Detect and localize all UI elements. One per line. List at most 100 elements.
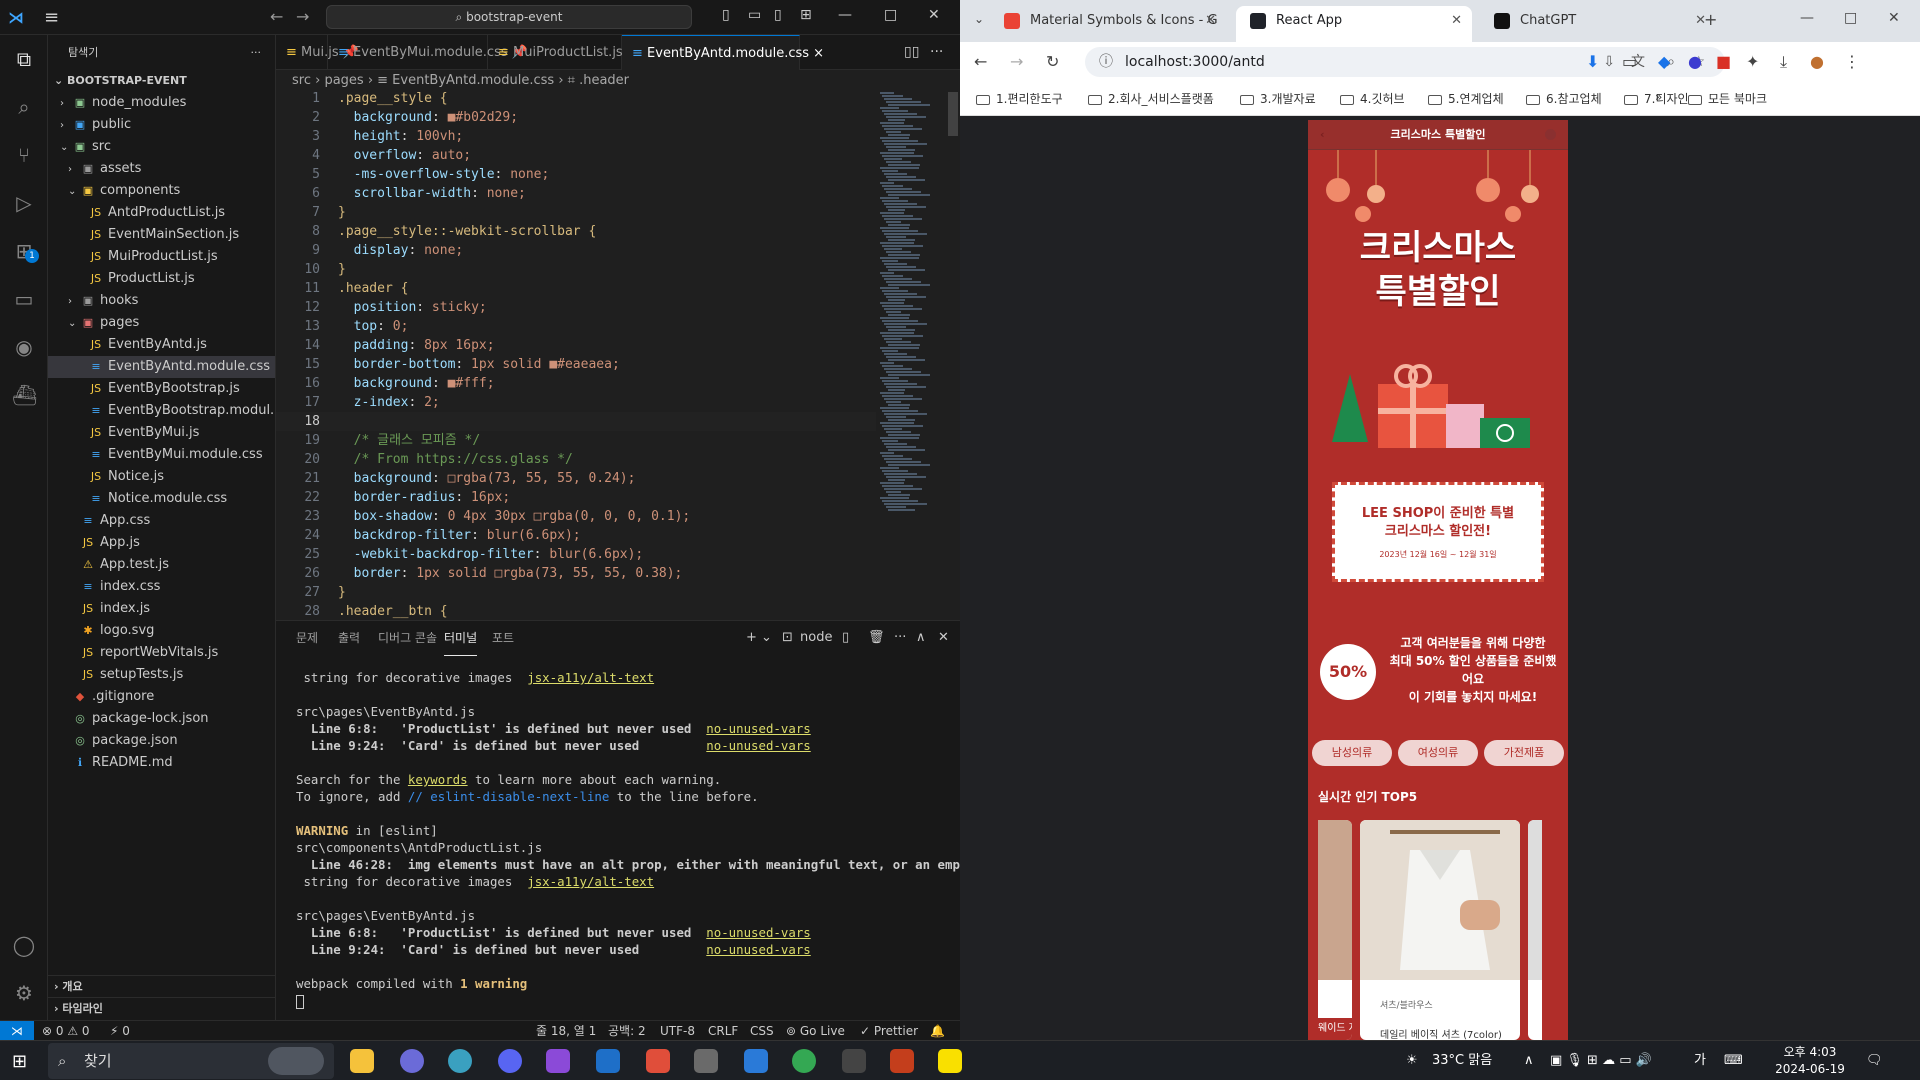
terminal-output[interactable]: string for decorative images jsx-a11y/al… — [296, 669, 975, 1009]
start-icon[interactable]: ⊞ — [12, 1051, 32, 1072]
bookmark-folder[interactable]: 5.연계업체 — [1428, 90, 1504, 107]
purple-app-icon[interactable] — [546, 1049, 570, 1073]
code-line[interactable]: 26 border: 1px solid □rgba(73, 55, 55, 0… — [276, 564, 876, 583]
bookmark-folder[interactable]: 6.참고업체 — [1526, 90, 1602, 107]
profile-avatar[interactable]: ● — [1810, 52, 1824, 71]
maximize-panel-icon[interactable]: ∧ — [916, 630, 926, 645]
docker-icon[interactable]: ⛴ — [12, 383, 37, 407]
terminal-link[interactable]: keywords — [408, 772, 468, 787]
extension-red-icon[interactable]: ■ — [1716, 52, 1731, 71]
tree-item[interactable]: JS ProductList.js — [48, 268, 275, 290]
tree-item[interactable]: ⚠ App.test.js — [48, 554, 275, 576]
workspace-root[interactable]: ⌄ BOOTSTRAP-EVENT — [48, 70, 275, 92]
category-button[interactable]: 여성의류 — [1398, 740, 1478, 766]
terminal-name[interactable]: node — [800, 630, 832, 645]
new-terminal-icon[interactable]: + ⌄ — [746, 630, 772, 645]
code-line[interactable]: 3 height: 100vh; — [276, 127, 876, 146]
run-debug-icon[interactable]: ▷ — [12, 191, 36, 215]
code-line[interactable]: 16 background: ■#fff; — [276, 374, 876, 393]
forward-arrow-icon[interactable]: → — [296, 7, 309, 26]
tray-icons[interactable]: ▣ 🎙 ⊞ ☁ ▭ 🔊 — [1550, 1041, 1652, 1080]
notification-icon[interactable]: 🗨 — [1866, 1041, 1883, 1080]
colorful-app-icon[interactable] — [448, 1049, 472, 1073]
copilot-icon[interactable]: ◉ — [12, 335, 36, 359]
more-actions-icon[interactable]: ··· — [251, 35, 262, 70]
code-editor[interactable]: 28 .header__btn {27} 26 border: 1px solid … — [276, 92, 960, 620]
vscode-app-icon[interactable] — [596, 1049, 620, 1073]
editor-tab[interactable]: ≡ MuiProductList.js — [488, 35, 623, 70]
weather-icon[interactable]: ☀ — [1406, 1041, 1418, 1080]
tree-item[interactable]: › ▣ assets — [48, 158, 275, 180]
terminal-link[interactable]: no-unused-vars — [706, 738, 810, 753]
install-icon[interactable]: ⇩ — [1603, 47, 1615, 77]
ports-status[interactable]: ⚡ 0 — [110, 1021, 130, 1041]
product-card[interactable]: 셔츠/블라우스 데일리 베이직 셔츠 (7color) — [1360, 820, 1520, 1040]
minimize-icon[interactable]: — — [838, 7, 852, 23]
code-line[interactable]: 25 -webkit-backdrop-filter: blur(6.6px); — [276, 545, 876, 564]
terminal-link[interactable]: no-unused-vars — [706, 925, 810, 940]
code-line[interactable]: 15 border-bottom: 1px solid ■#eaeaea; — [276, 355, 876, 374]
tree-item[interactable]: ≡ EventByMui.module.css — [48, 444, 275, 466]
close-tab-icon[interactable]: ✕ — [1451, 6, 1462, 36]
product-card-prev[interactable]: 웨이드 자 — [1318, 820, 1352, 1040]
tree-item[interactable]: JS MuiProductList.js — [48, 246, 275, 268]
editor-tab[interactable]: ≡ EventByAntd.module.css × — [622, 35, 824, 70]
tree-item[interactable]: ⌄ ▣ src — [48, 136, 275, 158]
tree-item[interactable]: ⌄ ▣ pages — [48, 312, 275, 334]
code-line[interactable]: 13 top: 0; — [276, 317, 876, 336]
chrome-maximize-icon[interactable]: □ — [1844, 10, 1857, 26]
header-info-icon[interactable] — [1545, 129, 1556, 140]
remote-indicator-icon[interactable]: ⋊ — [0, 1021, 34, 1041]
menu-icon[interactable]: ≡ — [44, 7, 64, 28]
notifications-bell-icon[interactable]: 🔔 — [930, 1021, 945, 1041]
bookmark-folder[interactable]: 2.회사_서비스플랫폼 — [1088, 90, 1214, 107]
panel-tab[interactable]: 터미널 — [444, 621, 478, 656]
ime-indicator[interactable]: 가 — [1694, 1041, 1706, 1080]
layout-icon[interactable]: ⊞ — [800, 7, 812, 23]
code-line[interactable]: 18 — [276, 412, 876, 431]
editor-tab[interactable]: ≡ Mui.js 📌 — [276, 35, 359, 70]
code-line[interactable]: 24 backdrop-filter: blur(6.6px); — [276, 526, 876, 545]
split-terminal-icon[interactable]: ▯ — [842, 630, 849, 645]
code-line[interactable]: 27} — [276, 583, 876, 602]
remote-explorer-icon[interactable]: ▭ — [12, 287, 36, 311]
tree-item[interactable]: JS reportWebVitals.js — [48, 642, 275, 664]
terminal-link[interactable]: no-unused-vars — [706, 942, 810, 957]
eol-status[interactable]: CRLF — [708, 1021, 738, 1041]
bookmark-folder[interactable]: 1.편리한도구 — [976, 90, 1063, 107]
tray-overflow-icon[interactable]: ∧ — [1524, 1041, 1534, 1080]
tree-item[interactable]: JS EventByMui.js — [48, 422, 275, 444]
language-mode[interactable]: CSS — [750, 1021, 774, 1041]
clock[interactable]: 오후 4:03 2024-06-19 — [1770, 1044, 1850, 1078]
code-line[interactable]: 28 .header__btn { — [276, 602, 876, 620]
indentation-status[interactable]: 공백: 2 — [608, 1021, 646, 1041]
back-chevron-icon[interactable]: ‹ — [1320, 120, 1325, 150]
editor-tab[interactable]: ≡ EventByMui.module.css 📌 — [328, 35, 528, 70]
category-button[interactable]: 남성의류 — [1312, 740, 1392, 766]
cursor-position[interactable]: 줄 18, 열 1 — [536, 1021, 596, 1041]
go-live-button[interactable]: ⊚ Go Live — [786, 1021, 845, 1041]
kill-terminal-icon[interactable]: 🗑 — [868, 630, 885, 645]
site-info-icon[interactable]: ⓘ — [1099, 47, 1113, 77]
downloads-icon[interactable]: ⤓ — [1780, 52, 1787, 72]
tree-item[interactable]: › ▣ public — [48, 114, 275, 136]
tree-item[interactable]: ◆ .gitignore — [48, 686, 275, 708]
terminal-link[interactable]: no-unused-vars — [706, 721, 810, 736]
extension-icon[interactable]: ◆ — [1658, 52, 1670, 71]
editor-scrollbar[interactable] — [948, 92, 958, 136]
prettier-status[interactable]: ✓ Prettier — [860, 1021, 918, 1041]
code-line[interactable]: 4 overflow: auto; — [276, 146, 876, 165]
tree-item[interactable]: ✱ logo.svg — [48, 620, 275, 642]
code-line[interactable]: 21 background: □rgba(73, 55, 55, 0.24); — [276, 469, 876, 488]
editor-more-icon[interactable]: ··· — [930, 44, 943, 60]
product-card-next[interactable] — [1528, 820, 1542, 1040]
code-line[interactable]: 12 position: sticky; — [276, 298, 876, 317]
tree-item[interactable]: ≡ index.css — [48, 576, 275, 598]
powerpoint-app-icon[interactable] — [890, 1049, 914, 1073]
bookmark-folder[interactable]: 3.개발자료 — [1240, 90, 1316, 107]
tab-search-icon[interactable]: ⌄ — [974, 12, 984, 26]
tree-item[interactable]: JS AntdProductList.js — [48, 202, 275, 224]
code-line[interactable]: 14 padding: 8px 16px; — [276, 336, 876, 355]
tree-item[interactable]: JS index.js — [48, 598, 275, 620]
git-app-icon[interactable] — [646, 1049, 670, 1073]
